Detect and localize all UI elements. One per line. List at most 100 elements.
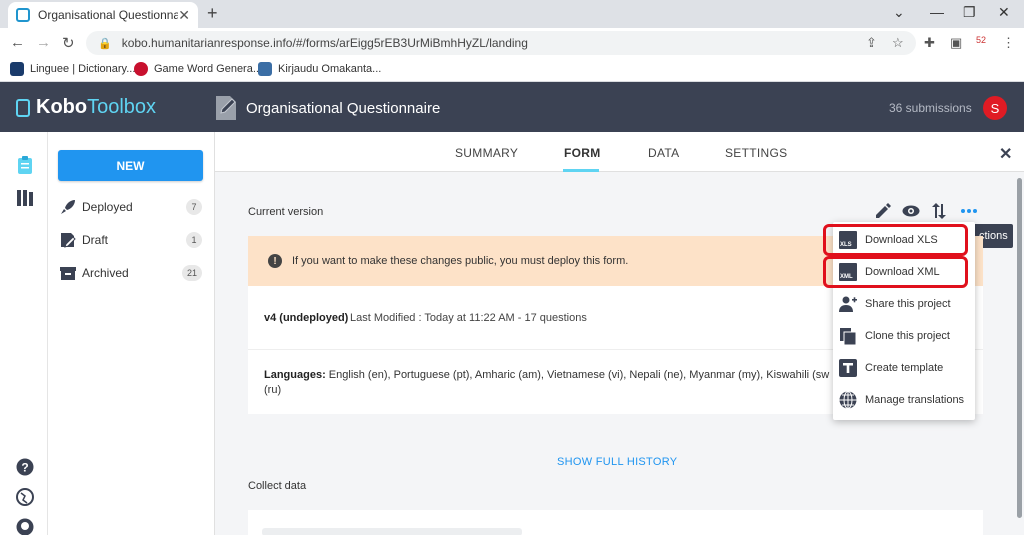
highlight-box-xml (823, 256, 968, 288)
active-tab-indicator (563, 169, 599, 172)
form-tabs: SUMMARY FORM DATA SETTINGS ✕ (215, 132, 1024, 172)
submissions-count: 36 submissions (889, 101, 972, 115)
last-modified: Last Modified : Today at 11:22 AM - 17 q… (350, 312, 587, 324)
count-badge: 7 (186, 199, 202, 215)
tab-form[interactable]: FORM (564, 146, 601, 160)
back-arrow-icon[interactable]: ← (10, 34, 25, 51)
menu-item-label: Clone this project (865, 330, 950, 342)
count-badge: 1 (186, 232, 202, 248)
draft-form-icon (61, 233, 76, 248)
sidebar-item-label: Archived (82, 266, 129, 280)
collect-data-card (248, 510, 983, 535)
kobo-logo[interactable]: Kobo Toolbox (16, 96, 156, 119)
count-badge: 21 (182, 265, 202, 281)
menu-item-label: Manage translations (865, 394, 965, 406)
current-version-label: Current version (248, 206, 324, 218)
kobo-favicon-icon (16, 8, 30, 22)
menu-item-manage-translations[interactable]: Manage translations (839, 388, 973, 412)
menu-item-label: Create template (865, 362, 944, 374)
collect-method-select[interactable] (262, 528, 522, 535)
game-word-icon (134, 62, 148, 76)
avatar[interactable]: S (983, 96, 1007, 120)
browser-menu-icon[interactable]: ⋮ (1002, 35, 1015, 51)
version-name: v4 (undeployed) (264, 312, 348, 324)
sidebar: NEW Deployed 7 Draft 1 Archived 21 (48, 132, 215, 535)
kanta-icon (258, 62, 272, 76)
bookmark-label: Linguee | Dictionary... (30, 63, 136, 75)
edit-pencil-icon[interactable] (874, 202, 892, 220)
preview-eye-icon[interactable] (902, 202, 920, 220)
browser-tab-bar: Organisational Questionnaire | K ✕ + ⌄ —… (0, 0, 1024, 28)
menu-item-share[interactable]: Share this project (839, 292, 973, 316)
restore-icon[interactable]: ❐ (963, 4, 976, 21)
new-button[interactable]: NEW (58, 150, 203, 181)
close-icon[interactable]: ✕ (999, 144, 1012, 164)
rocket-icon (61, 200, 75, 214)
tab-settings[interactable]: SETTINGS (725, 146, 787, 160)
show-full-history-link[interactable]: SHOW FULL HISTORY (557, 456, 677, 468)
language-globe-icon[interactable] (16, 488, 34, 506)
scrollbar-thumb[interactable] (1017, 178, 1022, 518)
bookmark-label: Game Word Genera... (154, 63, 263, 75)
url-bar[interactable]: 🔒 kobo.humanitarianresponse.info/#/forms… (86, 31, 916, 55)
scrollbar[interactable] (1015, 172, 1024, 535)
more-actions-icon[interactable] (960, 202, 978, 220)
languages-line: Languages: English (en), Portuguese (pt)… (264, 368, 844, 383)
minimize-icon[interactable]: — (930, 4, 944, 20)
url-text: kobo.humanitarianresponse.info/#/forms/a… (121, 36, 528, 50)
close-window-icon[interactable]: ✕ (998, 4, 1010, 21)
languages-line-2: (ru) (264, 384, 282, 396)
browser-tab-title: Organisational Questionnaire | K (38, 8, 178, 22)
library-books-icon[interactable] (16, 188, 34, 206)
clone-icon (840, 328, 857, 345)
page-title[interactable]: Organisational Questionnaire (246, 100, 440, 117)
add-person-icon (839, 296, 857, 312)
logo-text-light: Toolbox (87, 96, 157, 118)
menu-item-clone[interactable]: Clone this project (839, 324, 973, 348)
sidebar-item-label: Draft (82, 233, 109, 247)
tab-data[interactable]: DATA (648, 146, 679, 160)
bookmark-star-icon[interactable]: ☆ (892, 35, 904, 51)
version-name-text: v4 (undeployed) (264, 312, 349, 324)
sidebar-item-draft[interactable]: Draft 1 (60, 230, 202, 250)
sidebar-item-deployed[interactable]: Deployed 7 (60, 197, 202, 217)
menu-item-label: Share this project (865, 298, 951, 310)
logo-text-bold: Kobo (36, 96, 88, 118)
languages-label: Languages: (264, 369, 326, 381)
replace-arrows-icon[interactable] (930, 202, 948, 220)
help-circle-icon[interactable]: ? (16, 458, 34, 476)
bookmark-label: Kirjaudu Omakanta... (278, 63, 382, 75)
bookmarks-bar: Linguee | Dictionary... Game Word Genera… (0, 58, 1024, 82)
tab-close-icon[interactable]: ✕ (178, 7, 190, 24)
warning-text: If you want to make these changes public… (292, 255, 629, 267)
browser-tab[interactable]: Organisational Questionnaire | K ✕ (8, 2, 198, 28)
tab-summary[interactable]: SUMMARY (455, 146, 518, 160)
extensions-puzzle-icon[interactable]: ✚ (924, 35, 935, 51)
bookmark-item[interactable]: Game Word Genera... (134, 62, 262, 76)
form-document-icon (216, 96, 236, 120)
svg-text:?: ? (21, 461, 28, 475)
icon-rail: ? (0, 132, 48, 535)
sidebar-item-archived[interactable]: Archived 21 (60, 263, 202, 283)
github-icon[interactable] (16, 518, 34, 535)
window-tab-search-icon[interactable]: ⌄ (893, 4, 905, 21)
kobo-logo-icon (16, 98, 30, 117)
reload-icon[interactable]: ↻ (62, 34, 75, 52)
bookmark-item[interactable]: Kirjaudu Omakanta... (258, 62, 381, 76)
extension-icon[interactable]: 52 (976, 35, 986, 45)
share-page-icon[interactable]: ⇪ (866, 35, 877, 51)
bookmark-item[interactable]: Linguee | Dictionary... (10, 62, 135, 76)
forms-clipboard-icon[interactable] (16, 156, 34, 174)
highlight-box-xls (823, 224, 968, 256)
menu-item-create-template[interactable]: Create template (839, 356, 973, 380)
sidebar-item-label: Deployed (82, 200, 133, 214)
side-panel-icon[interactable]: ▣ (950, 35, 962, 51)
new-tab-button[interactable]: + (207, 3, 218, 24)
lock-icon: 🔒 (98, 37, 112, 50)
forward-arrow-icon[interactable]: → (36, 34, 51, 51)
globe-icon (839, 391, 857, 409)
collect-data-label: Collect data (248, 480, 307, 492)
warning-icon: ! (268, 254, 282, 268)
app-header: Kobo Toolbox Organisational Questionnaire… (0, 82, 1024, 132)
template-icon (839, 359, 857, 377)
